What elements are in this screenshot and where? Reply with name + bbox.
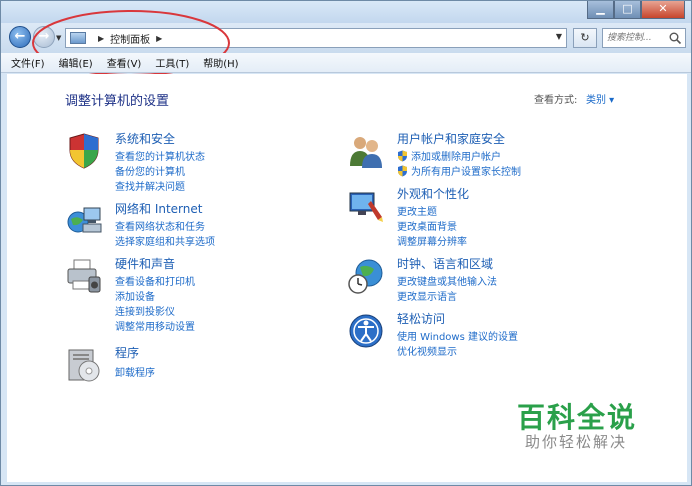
shield-icon[interactable] (65, 132, 103, 170)
network-icon[interactable] (65, 202, 103, 240)
control-panel-icon (70, 32, 86, 44)
forward-button[interactable]: → (33, 26, 55, 48)
menu-file[interactable]: 文件(F) (11, 55, 45, 70)
category-title[interactable]: 系统和安全 (115, 130, 175, 147)
link-homegroup-sharing[interactable]: 选择家庭组和共享选项 (115, 233, 215, 248)
navigation-bar: ← → ▼ ▶ 控制面板 ▶ ▼ ↻ (1, 23, 691, 53)
appearance-icon[interactable] (347, 187, 385, 225)
breadcrumb-chevron-icon[interactable]: ▶ (156, 34, 162, 43)
link-change-theme[interactable]: 更改主题 (397, 203, 437, 218)
uac-shield-icon (398, 150, 407, 161)
close-button[interactable]: ✕ (641, 1, 685, 19)
clock-globe-icon[interactable] (347, 257, 385, 295)
view-by-dropdown[interactable]: 类别 ▾ (586, 91, 614, 106)
users-icon[interactable] (347, 132, 385, 170)
link-text[interactable]: 添加或删除用户帐户 (411, 148, 501, 163)
link-backup-computer[interactable]: 备份您的计算机 (115, 163, 185, 178)
explorer-window: ▁ □ ✕ ← → ▼ ▶ 控制面板 ▶ ▼ ↻ 文件(F) 编辑(E) 查看 (0, 0, 692, 486)
breadcrumb-control-panel[interactable]: 控制面板 (110, 31, 150, 46)
page-title: 调整计算机的设置 (65, 94, 170, 109)
link-change-input-method[interactable]: 更改键盘或其他输入法 (397, 273, 497, 288)
back-button[interactable]: ← (9, 26, 31, 48)
menu-bar: 文件(F) 编辑(E) 查看(V) 工具(T) 帮助(H) (1, 53, 691, 73)
watermark-title: 百科全说 (517, 401, 638, 434)
link-devices-printers[interactable]: 查看设备和打印机 (115, 273, 195, 288)
title-bar: ▁ □ ✕ (1, 1, 691, 23)
link-text[interactable]: 为所有用户设置家长控制 (411, 163, 521, 178)
link-optimize-video[interactable]: 优化视频显示 (397, 343, 457, 358)
search-icon[interactable] (668, 31, 682, 45)
printer-icon[interactable] (65, 257, 103, 295)
link-desktop-background[interactable]: 更改桌面背景 (397, 218, 457, 233)
menu-tools[interactable]: 工具(T) (155, 55, 189, 70)
link-view-computer-status[interactable]: 查看您的计算机状态 (115, 148, 205, 163)
watermark-subtitle: 助你轻松解决 (525, 433, 628, 451)
programs-icon[interactable] (65, 346, 103, 384)
link-uninstall-program[interactable]: 卸载程序 (115, 364, 155, 379)
link-network-status[interactable]: 查看网络状态和任务 (115, 218, 205, 233)
minimize-button[interactable]: ▁ (587, 1, 614, 19)
view-by-label: 查看方式: (534, 95, 578, 106)
search-input[interactable] (603, 29, 665, 47)
link-add-remove-accounts[interactable]: 添加或删除用户帐户 (397, 148, 501, 163)
category-title[interactable]: 外观和个性化 (397, 185, 469, 202)
link-mobility-settings[interactable]: 调整常用移动设置 (115, 318, 195, 333)
menu-help[interactable]: 帮助(H) (203, 55, 238, 70)
breadcrumb-chevron-icon[interactable]: ▶ (98, 34, 104, 43)
menu-view[interactable]: 查看(V) (107, 55, 142, 70)
category-title[interactable]: 硬件和声音 (115, 255, 175, 272)
address-bar[interactable]: ▶ 控制面板 ▶ ▼ (65, 28, 567, 48)
window-controls: ▁ □ ✕ (587, 1, 685, 19)
link-display-language[interactable]: 更改显示语言 (397, 288, 457, 303)
ease-of-access-icon[interactable] (347, 312, 385, 350)
category-title[interactable]: 轻松访问 (397, 310, 445, 327)
link-recommended-settings[interactable]: 使用 Windows 建议的设置 (397, 328, 518, 343)
link-troubleshoot[interactable]: 查找并解决问题 (115, 178, 185, 193)
address-dropdown-icon[interactable]: ▼ (556, 32, 562, 41)
uac-shield-icon (398, 165, 407, 176)
link-screen-resolution[interactable]: 调整屏幕分辨率 (397, 233, 467, 248)
recent-pages-dropdown-icon[interactable]: ▼ (56, 34, 61, 42)
category-title[interactable]: 时钟、语言和区域 (397, 255, 493, 272)
link-parental-controls[interactable]: 为所有用户设置家长控制 (397, 163, 521, 178)
link-connect-projector[interactable]: 连接到投影仪 (115, 303, 175, 318)
menu-edit[interactable]: 编辑(E) (59, 55, 93, 70)
search-box[interactable] (602, 28, 686, 48)
category-title[interactable]: 用户帐户和家庭安全 (397, 130, 505, 147)
refresh-button[interactable]: ↻ (573, 28, 597, 48)
link-add-device[interactable]: 添加设备 (115, 288, 155, 303)
maximize-button[interactable]: □ (614, 1, 641, 19)
category-title[interactable]: 程序 (115, 344, 139, 361)
category-title[interactable]: 网络和 Internet (115, 200, 202, 217)
